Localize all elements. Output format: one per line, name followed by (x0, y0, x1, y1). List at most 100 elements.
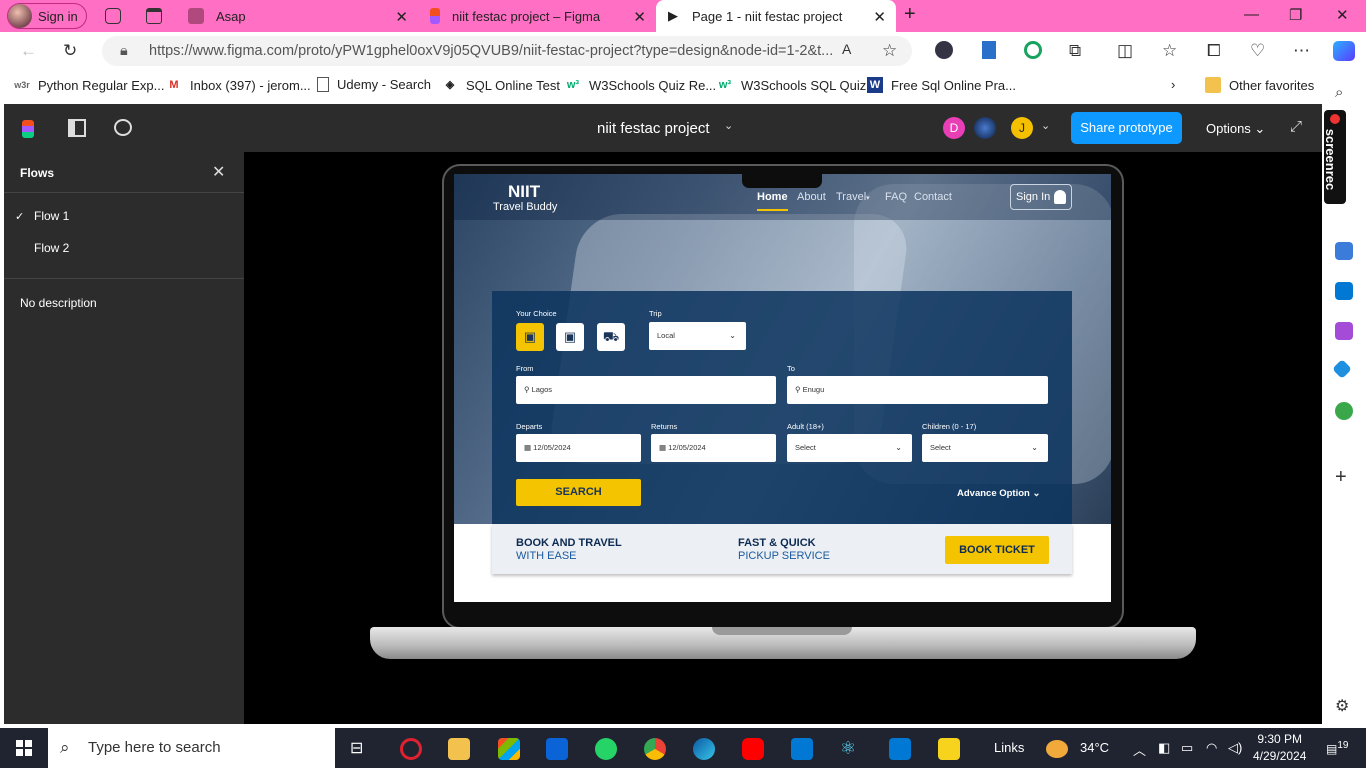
children-select[interactable]: Select ⌄ (922, 434, 1048, 462)
bus-option-button[interactable]: ▣ (516, 323, 544, 351)
tab-figma[interactable]: niit festac project – Figma ✕ (418, 0, 656, 32)
back-icon[interactable]: ← (20, 41, 37, 61)
file-title[interactable]: niit festac project (597, 120, 710, 137)
bookmark-w3schools-quiz[interactable]: w³ W3Schools Quiz Re... (565, 77, 716, 93)
file-explorer-icon[interactable] (448, 738, 470, 760)
flow-item-1[interactable]: Flow 1 (34, 209, 69, 223)
sidebar-toggle-icon[interactable] (68, 119, 86, 137)
weather-temperature[interactable]: 34°C (1080, 740, 1109, 755)
search-button[interactable]: SEARCH (516, 479, 641, 506)
bookmarks-overflow-icon[interactable]: › (1171, 77, 1175, 92)
avatar-photo[interactable] (974, 117, 996, 139)
windows-start-icon[interactable] (16, 740, 32, 756)
options-menu[interactable]: Options ⌄ (1206, 121, 1265, 137)
car-option-button[interactable]: ⛟ (597, 323, 625, 351)
screenrec-widget[interactable]: screenrec (1323, 110, 1346, 204)
bookmark-w3schools-sql[interactable]: w³ W3Schools SQL Quiz (717, 77, 866, 93)
tab-asap[interactable]: Asap ✕ (180, 0, 418, 32)
workspaces-icon[interactable] (105, 8, 121, 24)
bookmark-free-sql[interactable]: W Free Sql Online Pra... (867, 77, 1016, 93)
whatsapp-icon[interactable] (595, 738, 617, 760)
close-tab-icon[interactable]: ✕ (873, 8, 886, 26)
avatar-j[interactable]: J (1011, 117, 1033, 139)
adult-select[interactable]: Select ⌄ (787, 434, 912, 462)
more-icon[interactable]: ⋯ (1293, 41, 1310, 61)
chevron-down-icon[interactable]: ⌄ (1041, 119, 1050, 132)
bookmark-other-favorites[interactable]: Other favorites (1205, 77, 1314, 93)
volume-icon[interactable]: ◁) (1228, 740, 1242, 756)
split-screen-icon[interactable]: ◫ (1117, 41, 1133, 61)
nav-faq[interactable]: FAQ (885, 191, 907, 203)
trip-select[interactable]: Local ⌄ (649, 322, 746, 350)
react-icon[interactable]: ⚛ (840, 738, 862, 760)
wifi-icon[interactable]: ◠ (1206, 740, 1217, 756)
site-sign-in-button[interactable]: Sign In (1010, 184, 1072, 210)
outlook-new-icon[interactable] (791, 738, 813, 760)
sidebar-app-1-icon[interactable] (1335, 242, 1353, 260)
extensions-icon[interactable]: ⧉ (1069, 41, 1081, 61)
minimize-icon[interactable]: — (1244, 6, 1259, 23)
add-app-icon[interactable]: + (1335, 466, 1353, 488)
links-toolbar[interactable]: Links (994, 740, 1024, 755)
taskbar-search-input[interactable]: ⌕ Type here to search (48, 728, 335, 768)
system-clock[interactable]: 9:30 PM 4/29/2024 (1253, 731, 1306, 765)
mail-icon[interactable] (546, 738, 568, 760)
tab-prototype[interactable]: ▶ Page 1 - niit festac project ✕ (656, 0, 896, 32)
settings-icon[interactable]: ⚙ (1335, 696, 1353, 715)
refresh-icon[interactable]: ↻ (63, 41, 77, 61)
site-logo-title[interactable]: NIIT (508, 182, 540, 202)
restore-icon[interactable]: ❐ (1289, 6, 1302, 24)
task-view-icon[interactable]: ⊟ (350, 738, 372, 760)
book-ticket-button[interactable]: BOOK TICKET (945, 536, 1049, 564)
designer-icon[interactable] (1335, 322, 1353, 340)
departs-date-input[interactable]: ▦ 12/05/2024 (516, 434, 641, 462)
youtube-icon[interactable] (742, 738, 764, 760)
outlook-icon[interactable] (1335, 282, 1353, 300)
show-hidden-icons-icon[interactable]: ︿ (1133, 740, 1146, 759)
close-window-icon[interactable]: ✕ (1336, 6, 1349, 24)
performance-icon[interactable]: ♡ (1250, 41, 1265, 61)
telegram-icon[interactable] (1332, 359, 1352, 379)
to-input[interactable]: ⚲ Enugu (787, 376, 1048, 404)
sticky-notes-icon[interactable] (938, 738, 960, 760)
opera-icon[interactable] (400, 738, 422, 760)
edge-icon[interactable] (693, 738, 715, 760)
figma-logo-icon[interactable] (22, 120, 34, 138)
nav-home[interactable]: Home (757, 191, 788, 203)
chrome-icon[interactable] (644, 738, 666, 760)
tree-icon[interactable] (1335, 402, 1353, 420)
nav-contact[interactable]: Contact (914, 191, 952, 203)
notifications-icon[interactable]: ▤19 (1326, 740, 1348, 756)
comment-icon[interactable] (114, 119, 132, 136)
avatar-d[interactable]: D (943, 117, 965, 139)
bookmark-inbox[interactable]: M Inbox (397) - jerom... (166, 77, 310, 93)
collections-icon[interactable]: ⧠ (1207, 41, 1221, 61)
close-panel-icon[interactable]: ✕ (212, 162, 225, 182)
microsoft-store-icon[interactable] (498, 738, 520, 760)
from-input[interactable]: ⚲ Lagos (516, 376, 776, 404)
advance-option-toggle[interactable]: Advance Option ⌄ (957, 488, 1040, 499)
bookmark-udemy[interactable]: Udemy - Search (317, 77, 431, 92)
battery-icon[interactable]: ▭ (1181, 740, 1193, 756)
vscode-icon[interactable] (889, 738, 911, 760)
returns-date-input[interactable]: ▦ 12/05/2024 (651, 434, 776, 462)
favorite-star-icon[interactable]: ☆ (882, 41, 897, 61)
copilot-icon[interactable] (1333, 41, 1355, 61)
tab-actions-icon[interactable] (146, 8, 162, 24)
favorites-icon[interactable]: ☆ (1162, 41, 1177, 61)
fullscreen-icon[interactable]: ⤢ (1290, 118, 1302, 135)
close-tab-icon[interactable]: ✕ (633, 8, 646, 26)
nav-travel[interactable]: Travel▾ (836, 191, 870, 203)
extension-1-icon[interactable] (935, 41, 953, 59)
read-aloud-icon[interactable]: A (842, 41, 851, 57)
new-tab-icon[interactable]: + (904, 3, 916, 26)
search-icon[interactable]: ⌕ (1335, 84, 1353, 102)
url-input[interactable]: 🔒︎ https://www.figma.com/proto/yPW1gphel… (102, 36, 912, 66)
chevron-down-icon[interactable]: ⌄ (724, 119, 733, 132)
flow-item-2[interactable]: Flow 2 (34, 241, 69, 255)
bookmark-sql-test[interactable]: ◈ SQL Online Test (442, 77, 560, 93)
meet-now-icon[interactable]: ◧ (1158, 740, 1170, 756)
nav-about[interactable]: About (797, 191, 826, 203)
profile-button[interactable]: Sign in (7, 3, 87, 29)
close-tab-icon[interactable]: ✕ (395, 8, 408, 26)
